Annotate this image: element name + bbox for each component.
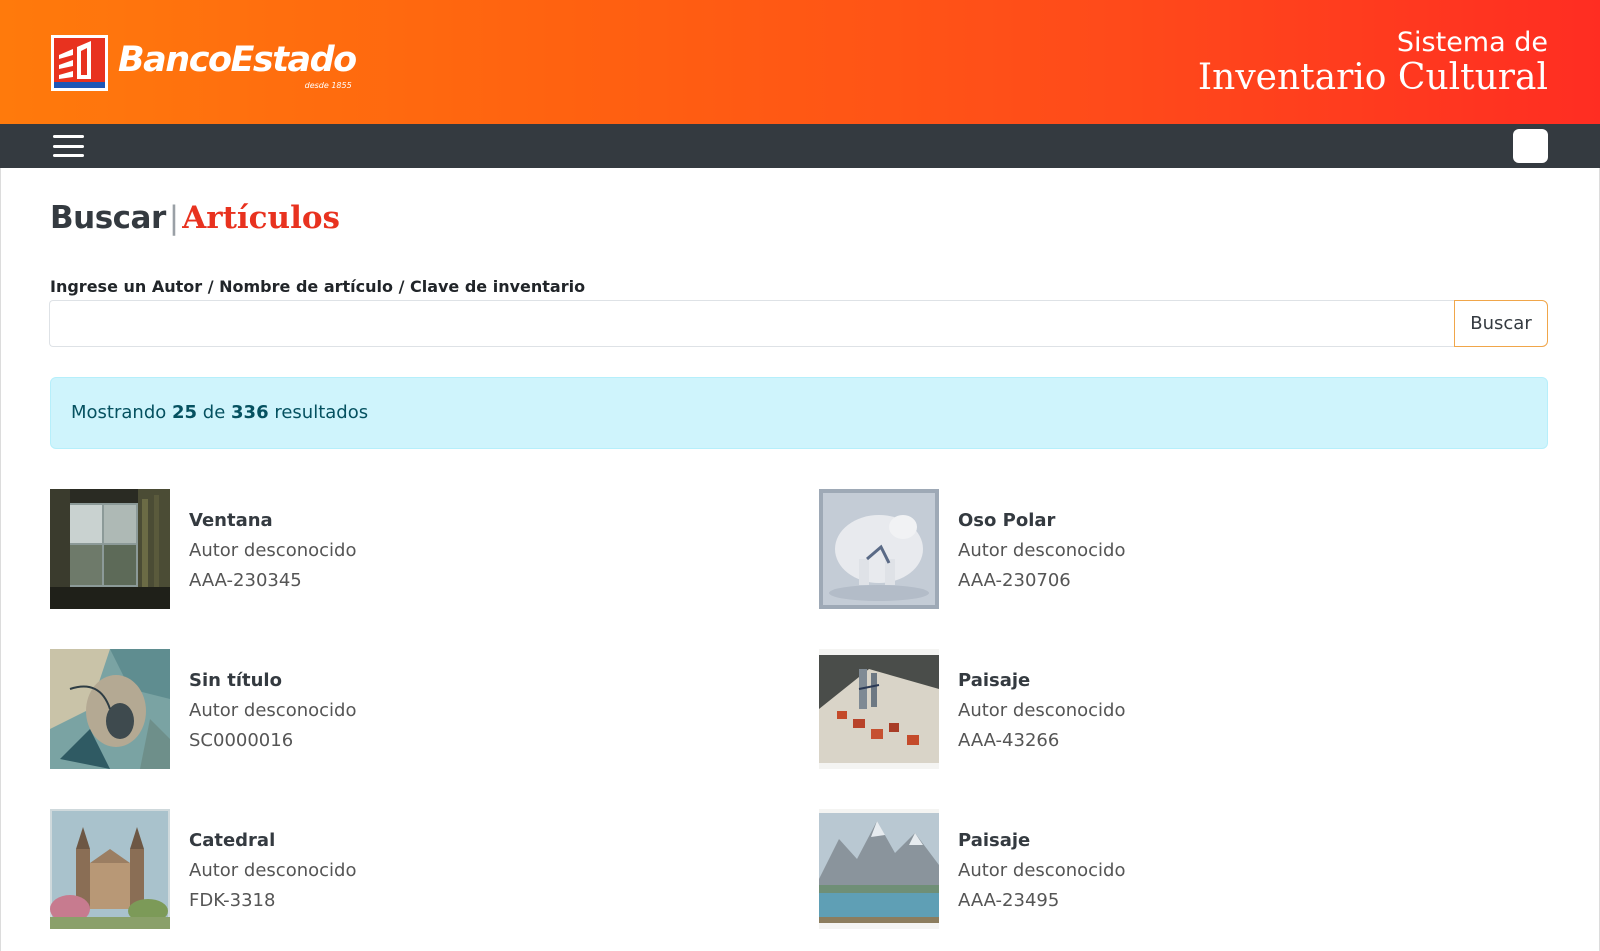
search-bar: Buscar <box>49 300 1548 347</box>
result-item[interactable]: Oso Polar Autor desconocido AAA-230706 <box>819 489 1519 609</box>
results-count-alert: Mostrando 25 de 336 resultados <box>50 377 1548 449</box>
site-header: BancoEstado desde 1855 Sistema de Invent… <box>0 0 1600 124</box>
artwork-thumbnail[interactable] <box>50 489 170 609</box>
bancoestado-logo[interactable]: BancoEstado desde 1855 <box>51 35 357 91</box>
system-title-line2: Inventario Cultural <box>1197 56 1548 98</box>
result-title[interactable]: Paisaje <box>958 666 1125 696</box>
search-input[interactable] <box>49 300 1454 347</box>
system-title: Sistema de Inventario Cultural <box>1198 28 1548 97</box>
search-label: Ingrese un Autor / Nombre de artículo / … <box>50 277 586 296</box>
result-item[interactable]: Sin título Autor desconocido SC0000016 <box>50 649 750 769</box>
brand-tagline: desde 1855 <box>304 81 352 90</box>
menu-icon[interactable] <box>53 133 84 159</box>
result-inventory-code: FDK-3318 <box>189 890 276 911</box>
result-inventory-code: SC0000016 <box>189 730 294 751</box>
artwork-thumbnail[interactable] <box>819 809 939 929</box>
user-menu-button[interactable] <box>1513 129 1548 163</box>
title-divider: | <box>168 200 180 236</box>
results-shown-count: 25 <box>172 402 198 423</box>
results-suffix: resultados <box>274 402 369 423</box>
page-title: Buscar|Artículos <box>50 200 340 237</box>
result-inventory-code: AAA-230345 <box>189 570 302 591</box>
system-title-line1: Sistema de <box>1396 27 1548 58</box>
result-title[interactable]: Catedral <box>189 826 356 856</box>
result-item[interactable]: Paisaje Autor desconocido AAA-23495 <box>819 809 1519 929</box>
result-inventory-code: AAA-43266 <box>958 730 1060 751</box>
page-title-accent: Artículos <box>182 200 340 236</box>
bancoestado-wordmark: BancoEstado desde 1855 <box>118 40 357 91</box>
brand-name: BancoEstado <box>118 40 357 80</box>
result-title[interactable]: Oso Polar <box>958 506 1125 536</box>
search-button[interactable]: Buscar <box>1454 300 1548 347</box>
result-author: Autor desconocido <box>958 860 1126 881</box>
result-item[interactable]: Catedral Autor desconocido FDK-3318 <box>50 809 750 929</box>
result-author: Autor desconocido <box>189 540 357 561</box>
result-title[interactable]: Paisaje <box>958 826 1125 856</box>
result-author: Autor desconocido <box>189 700 357 721</box>
results-total-count: 336 <box>231 402 269 423</box>
artwork-thumbnail[interactable] <box>819 649 939 769</box>
result-author: Autor desconocido <box>958 700 1126 721</box>
result-inventory-code: AAA-23495 <box>958 890 1060 911</box>
result-title[interactable]: Sin título <box>189 666 356 696</box>
result-author: Autor desconocido <box>958 540 1126 561</box>
navbar <box>0 124 1600 168</box>
result-title[interactable]: Ventana <box>189 506 356 536</box>
result-item[interactable]: Paisaje Autor desconocido AAA-43266 <box>819 649 1519 769</box>
artwork-thumbnail[interactable] <box>50 809 170 929</box>
result-author: Autor desconocido <box>189 860 357 881</box>
result-inventory-code: AAA-230706 <box>958 570 1071 591</box>
results-middle: de <box>202 402 226 423</box>
bancoestado-logo-icon <box>51 35 108 91</box>
results-prefix: Mostrando <box>71 402 167 423</box>
artwork-thumbnail[interactable] <box>819 489 939 609</box>
result-item[interactable]: Ventana Autor desconocido AAA-230345 <box>50 489 750 609</box>
page-title-prefix: Buscar <box>50 200 166 236</box>
artwork-thumbnail[interactable] <box>50 649 170 769</box>
